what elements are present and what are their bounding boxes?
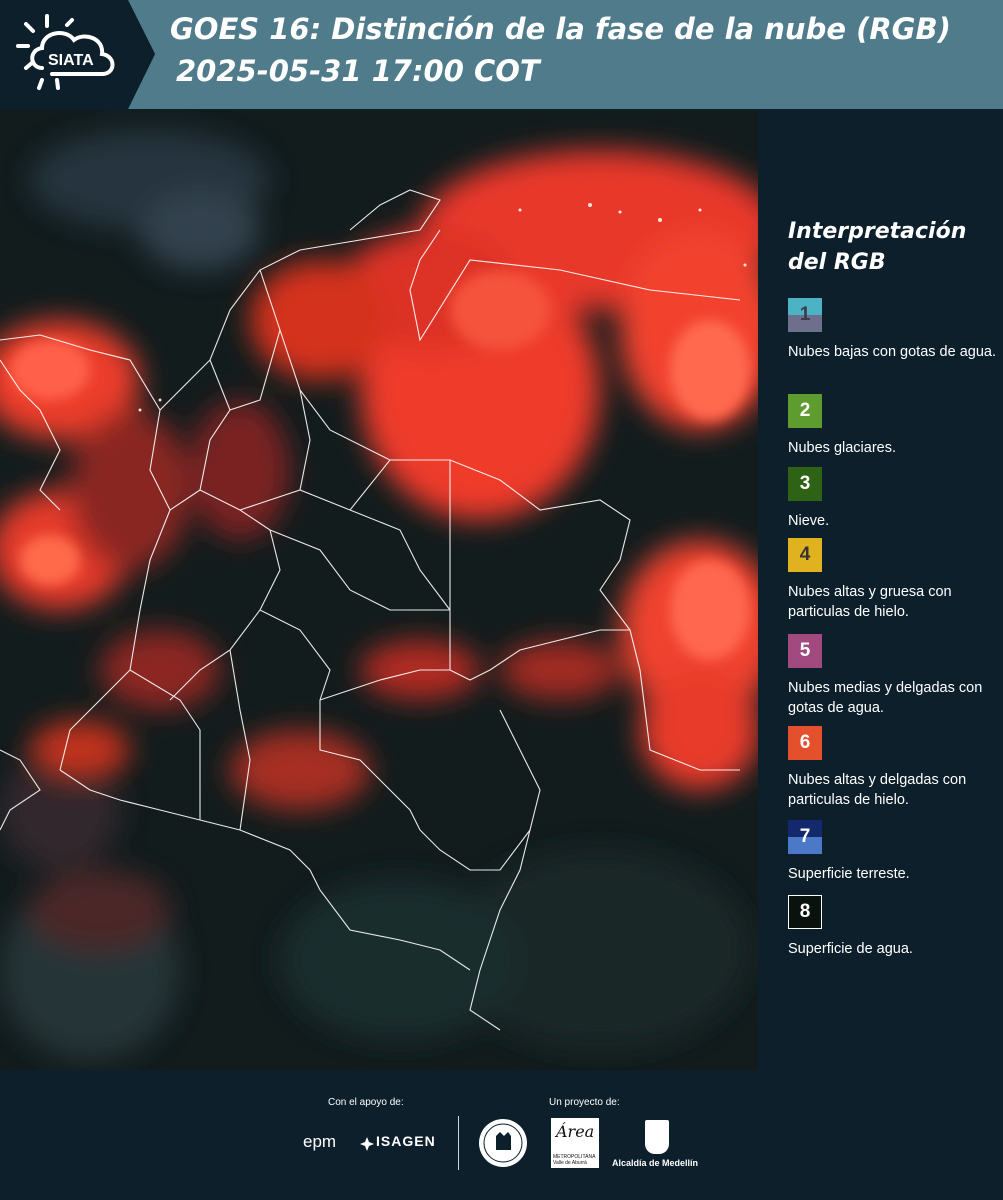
legend-label-8: Superficie de agua. bbox=[788, 941, 913, 957]
legend-swatch-5: 5 bbox=[788, 634, 822, 668]
alcaldia-shield-icon bbox=[645, 1120, 669, 1154]
legend-panel: Interpretación del RGB 1 Nubes bajas con… bbox=[760, 110, 1003, 1070]
legend-title: Interpretación del RGB bbox=[788, 219, 967, 275]
legend-swatch-3: 3 bbox=[788, 467, 822, 501]
epm-logo: epm bbox=[303, 1132, 337, 1151]
siata-logo[interactable]: SIATA bbox=[0, 0, 155, 109]
legend-swatch-8: 8 bbox=[788, 895, 822, 929]
legend-swatch-1: 1 bbox=[788, 298, 822, 332]
project-label: Un proyecto de: bbox=[549, 1097, 620, 1108]
footer-divider bbox=[458, 1116, 459, 1170]
legend-label-5: Nubes medias y delgadas con gotas de agu… bbox=[788, 680, 983, 716]
legend-item-2: 2 Nubes glaciares. bbox=[788, 394, 1003, 458]
legend-swatch-2: 2 bbox=[788, 394, 822, 428]
map-title: GOES 16: Distinción de la fase de la nub… bbox=[170, 12, 951, 46]
legend-item-5: 5 Nubes medias y delgadas con gotas de a… bbox=[788, 634, 1003, 718]
satellite-map[interactable] bbox=[0, 110, 758, 1070]
siata-sun-cloud-icon: SIATA bbox=[16, 14, 115, 90]
legend-item-1: 1 Nubes bajas con gotas de agua. bbox=[788, 298, 1003, 362]
isagen-logo: ISAGEN bbox=[376, 1133, 436, 1149]
siata-seal-logo bbox=[478, 1118, 528, 1172]
area-logo-text: Área bbox=[556, 1122, 595, 1141]
legend-item-4: 4 Nubes altas y gruesa con particulas de… bbox=[788, 538, 1003, 622]
legend-swatch-6: 6 bbox=[788, 726, 822, 760]
footer: Con el apoyo de: Un proyecto de: epm ISA… bbox=[0, 1070, 1003, 1200]
alcaldia-logo-text: Alcaldía de Medellín bbox=[612, 1158, 699, 1168]
legend-item-7: 7 Superficie terreste. bbox=[788, 820, 1003, 884]
map-datetime: 2025-05-31 17:00 COT bbox=[176, 54, 540, 88]
legend-label-4: Nubes altas y gruesa con particulas de h… bbox=[788, 584, 952, 620]
legend-label-6: Nubes altas y delgadas con particulas de… bbox=[788, 772, 967, 808]
legend-label-3: Nieve. bbox=[788, 513, 830, 529]
legend-item-6: 6 Nubes altas y delgadas con particulas … bbox=[788, 726, 1003, 810]
legend-item-3: 3 Nieve. bbox=[788, 467, 1003, 531]
support-label: Con el apoyo de: bbox=[328, 1097, 404, 1108]
isagen-mark-icon bbox=[360, 1136, 374, 1155]
legend-item-8: 8 Superficie de agua. bbox=[788, 895, 1003, 959]
legend-label-7: Superficie terreste. bbox=[788, 866, 910, 882]
legend-label-2: Nubes glaciares. bbox=[788, 440, 896, 456]
legend-swatch-4: 4 bbox=[788, 538, 822, 572]
siata-logo-text: SIATA bbox=[48, 52, 94, 69]
legend-label-1: Nubes bajas con gotas de agua. bbox=[788, 344, 996, 360]
legend-swatch-7: 7 bbox=[788, 820, 822, 854]
area-logo-subtext: METROPOLITANA Valle de Aburrá bbox=[553, 1154, 596, 1166]
rgb-composite-image bbox=[0, 110, 758, 1070]
header: SIATA GOES 16: Distinción de la fase de … bbox=[0, 0, 1003, 109]
